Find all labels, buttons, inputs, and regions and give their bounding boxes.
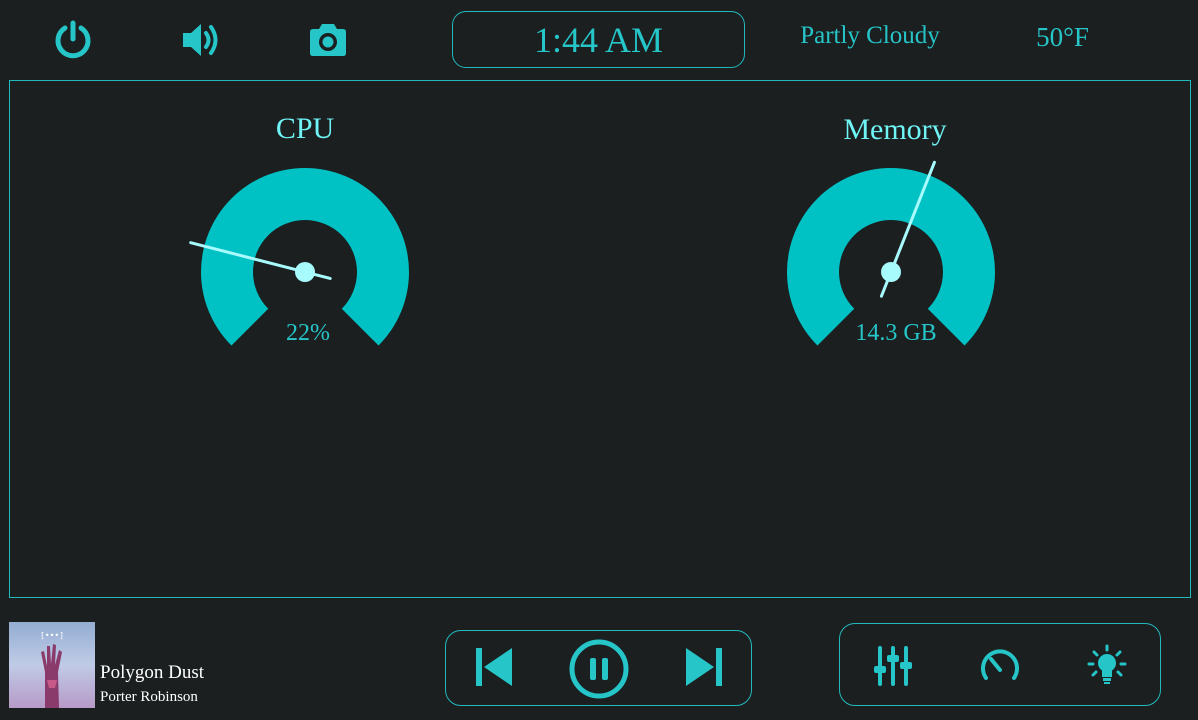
memory-gauge-arc — [787, 168, 995, 346]
pause-circle-icon — [569, 639, 629, 699]
memory-gauge-title: Memory — [843, 113, 947, 146]
memory-gauge-value: 14.3 GB — [855, 320, 937, 346]
skip-previous-icon — [476, 648, 512, 686]
album-art-logo-text: [•••] — [40, 631, 64, 640]
cpu-gauge-arc — [201, 168, 409, 346]
equalizer-sliders-icon — [874, 646, 912, 686]
volume-icon — [183, 24, 218, 56]
clock-display: 1:44 AM — [452, 11, 745, 68]
speedometer-icon — [981, 649, 1019, 680]
album-art: [•••] — [9, 622, 95, 708]
volume-button[interactable] — [177, 18, 225, 62]
album-art-image: [•••] — [9, 622, 95, 708]
weather-temperature: 50°F — [1036, 22, 1089, 52]
power-icon — [55, 20, 91, 59]
cpu-gauge-hub — [295, 262, 315, 282]
camera-button[interactable] — [304, 20, 352, 60]
play-pause-button[interactable] — [567, 637, 631, 701]
lightbulb-icon — [1087, 644, 1127, 684]
skip-next-icon — [686, 648, 722, 686]
next-track-button[interactable] — [680, 643, 728, 691]
track-title: Polygon Dust — [100, 662, 204, 683]
track-artist: Porter Robinson — [100, 689, 198, 705]
equalizer-button[interactable] — [869, 642, 917, 690]
cpu-gauge-value: 22% — [286, 320, 330, 346]
power-button[interactable] — [50, 16, 96, 64]
weather-condition: Partly Cloudy — [800, 22, 940, 49]
clock-time: 1:44 AM — [533, 19, 664, 60]
performance-button[interactable] — [976, 642, 1024, 690]
memory-gauge-hub — [881, 262, 901, 282]
previous-track-button[interactable] — [470, 643, 518, 691]
lights-button[interactable] — [1083, 642, 1131, 690]
cpu-gauge-title: CPU — [275, 112, 335, 145]
camera-icon — [310, 24, 346, 56]
